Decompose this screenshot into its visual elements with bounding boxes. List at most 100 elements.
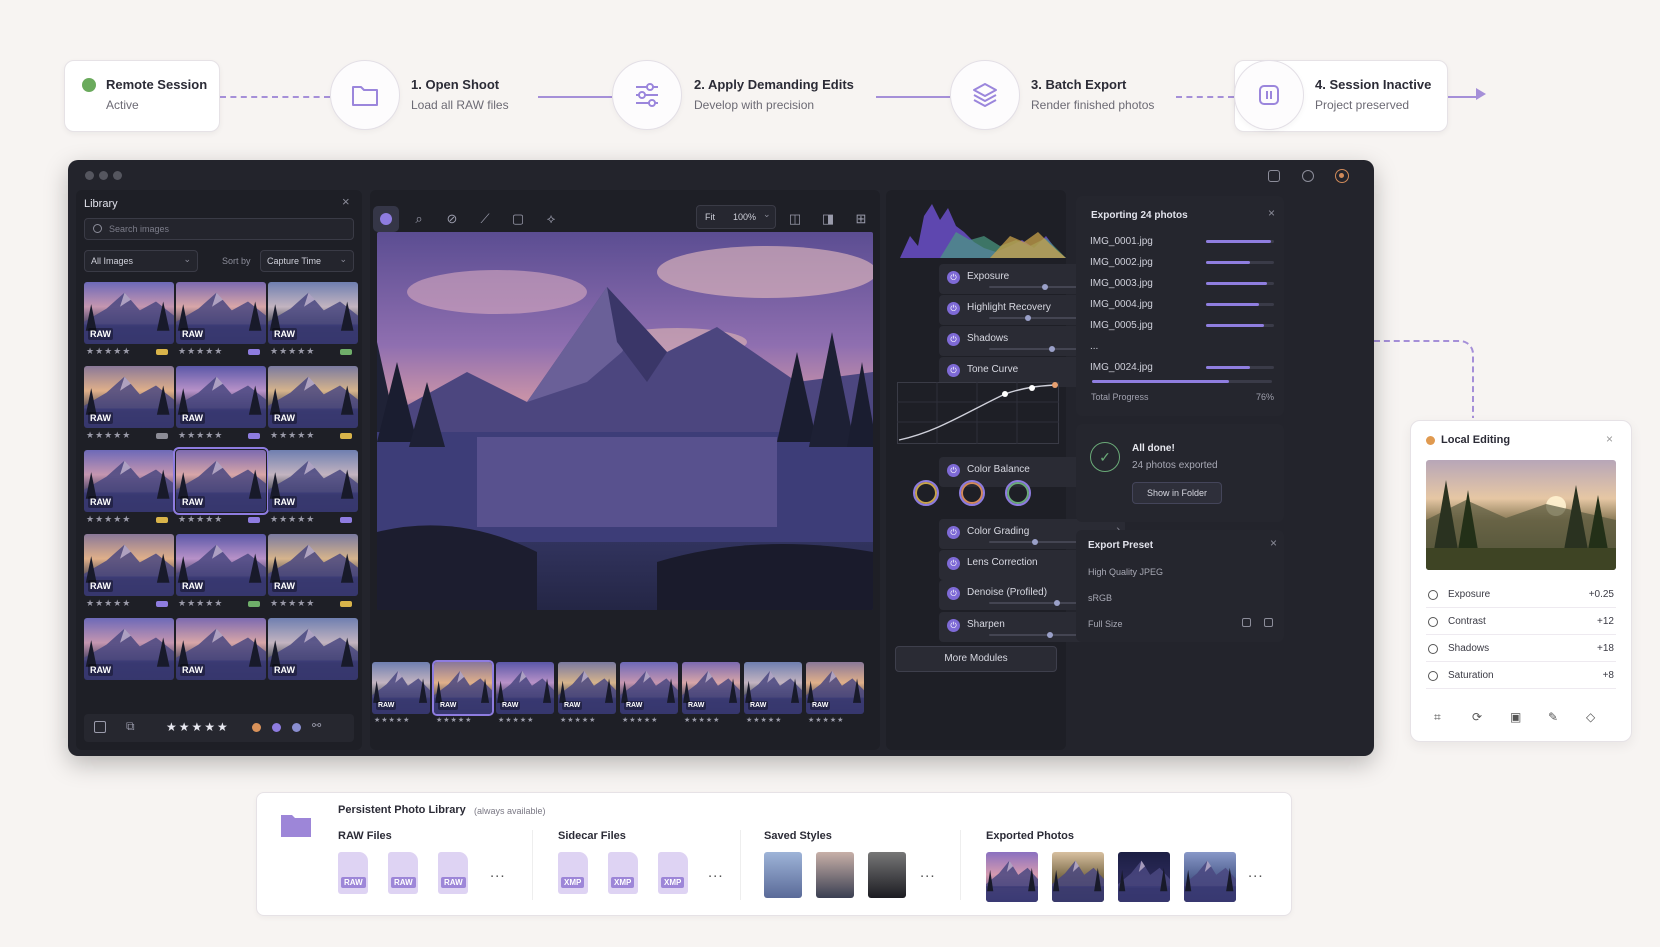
color-label[interactable] [156, 349, 168, 355]
filmstrip-thumbnail[interactable]: RAW [432, 660, 494, 716]
color-filter-blue[interactable] [292, 723, 301, 732]
color-label[interactable] [156, 433, 168, 439]
raw-file-icon[interactable]: RAW [338, 852, 368, 894]
color-filter-purple[interactable] [272, 723, 281, 732]
library-thumbnail[interactable]: RAW [84, 450, 174, 512]
library-thumbnail[interactable]: RAW [84, 366, 174, 428]
library-thumbnail[interactable]: RAW [173, 447, 269, 515]
power-icon[interactable]: ⏻ [947, 587, 960, 600]
close-icon[interactable]: × [1268, 206, 1275, 220]
rating-stars[interactable]: ★★★★★ [808, 716, 844, 724]
library-thumbnail[interactable]: RAW [176, 534, 266, 596]
rotate-icon[interactable]: ⟳ [1472, 710, 1482, 724]
more-sidecar-files[interactable]: ... [708, 864, 724, 881]
color-label[interactable] [248, 433, 260, 439]
module-slider[interactable] [989, 315, 1085, 321]
slider-knob[interactable] [1041, 284, 1048, 290]
rating-stars[interactable]: ★★★★★ [178, 514, 223, 525]
color-filter-orange[interactable] [252, 723, 261, 732]
rating-stars[interactable]: ★★★★★ [270, 430, 315, 441]
raw-file-icon[interactable]: RAW [438, 852, 468, 894]
rating-stars[interactable]: ★★★★★ [498, 716, 534, 724]
color-label[interactable] [340, 349, 352, 355]
filmstrip-thumbnail[interactable]: RAW [744, 662, 802, 714]
preset-size[interactable]: Full Size [1088, 619, 1123, 629]
saved-style-thumbnail[interactable] [764, 852, 802, 898]
saved-style-thumbnail[interactable] [868, 852, 906, 898]
module-slider[interactable] [989, 284, 1085, 290]
close-icon[interactable]: × [1270, 536, 1277, 550]
filmstrip-thumbnail[interactable]: RAW [682, 662, 740, 714]
step-3-circle[interactable] [950, 60, 1020, 130]
zoom-controls[interactable]: Fit 100% ⌄ [696, 205, 776, 229]
step-2-circle[interactable] [612, 60, 682, 130]
color-label[interactable] [248, 517, 260, 523]
window-dot[interactable] [99, 171, 108, 180]
slider-knob[interactable] [1025, 315, 1032, 321]
exported-photo-thumbnail[interactable] [1052, 852, 1104, 902]
tag-icon[interactable]: ◇ [1586, 710, 1595, 724]
filmstrip-thumbnail[interactable]: RAW [372, 662, 430, 714]
library-thumbnail[interactable]: RAW [268, 450, 358, 512]
raw-file-icon[interactable]: RAW [388, 852, 418, 894]
filmstrip-thumbnail[interactable]: RAW [558, 662, 616, 714]
power-icon[interactable]: ⏻ [947, 364, 960, 377]
show-in-folder-button[interactable]: Show in Folder [1132, 482, 1222, 504]
crop-tool-icon[interactable]: ⌕ [406, 206, 432, 232]
library-thumbnail[interactable]: RAW [268, 282, 358, 344]
slider-knob[interactable] [1032, 539, 1039, 545]
mask-icon[interactable]: ▣ [1510, 710, 1521, 724]
library-thumbnail[interactable]: RAW [268, 366, 358, 428]
library-thumbnail[interactable]: RAW [176, 366, 266, 428]
power-icon[interactable]: ⏻ [947, 464, 960, 477]
power-icon[interactable]: ⏻ [947, 333, 960, 346]
exported-photo-thumbnail[interactable] [1184, 852, 1236, 902]
more-modules-button[interactable]: More Modules [895, 646, 1057, 672]
filmstrip-thumbnail[interactable]: RAW [806, 662, 864, 714]
timer-icon[interactable] [1302, 170, 1314, 182]
rating-stars[interactable]: ★★★★★ [270, 346, 315, 357]
more-saved-styles[interactable]: ... [920, 864, 936, 881]
rating-stars[interactable]: ★★★★★ [178, 430, 223, 441]
preset-format[interactable]: High Quality JPEG [1088, 567, 1163, 577]
grid-view-icon[interactable]: ⊞ [848, 206, 874, 232]
rating-stars[interactable]: ★★★★★ [436, 716, 472, 724]
brush-tool-icon[interactable]: ⟡ [538, 206, 564, 232]
import-icon[interactable] [1268, 170, 1280, 182]
color-wheel-midtones[interactable] [959, 480, 985, 506]
split-view-icon[interactable]: ◨ [815, 206, 841, 232]
module-slider[interactable] [989, 600, 1085, 606]
rating-stars[interactable]: ★★★★★ [86, 346, 131, 357]
window-dot[interactable] [113, 171, 122, 180]
heal-tool-icon[interactable]: ⊘ [439, 206, 465, 232]
power-icon[interactable]: ⏻ [947, 526, 960, 539]
curve-tool-icon[interactable]: ⟋ [472, 206, 498, 232]
brush-icon[interactable]: ✎ [1548, 710, 1558, 724]
power-icon[interactable]: ⏻ [947, 557, 960, 570]
rating-stars[interactable]: ★★★★★ [270, 598, 315, 609]
before-after-icon[interactable]: ◫ [782, 206, 808, 232]
library-thumbnail[interactable]: RAW [176, 618, 266, 680]
library-thumbnail[interactable]: RAW [176, 282, 266, 344]
close-icon[interactable]: × [1606, 432, 1613, 446]
rating-stars[interactable]: ★★★★★ [746, 716, 782, 724]
filmstrip-thumbnail[interactable]: RAW [496, 662, 554, 714]
rating-filter[interactable]: ★★★★★ [166, 720, 230, 734]
library-thumbnail[interactable]: RAW [84, 534, 174, 596]
local-adjustment-row[interactable]: Shadows +18 [1426, 638, 1616, 662]
tone-curve-graph[interactable] [897, 382, 1059, 444]
power-icon[interactable]: ⏻ [947, 271, 960, 284]
color-label[interactable] [248, 349, 260, 355]
compare-icon[interactable]: ⧉ [126, 719, 135, 734]
saved-style-thumbnail[interactable] [816, 852, 854, 898]
rating-stars[interactable]: ★★★★★ [270, 514, 315, 525]
module-slider[interactable] [989, 632, 1085, 638]
library-thumbnail[interactable]: RAW [84, 618, 174, 680]
slider-knob[interactable] [1046, 632, 1053, 638]
local-adjustment-row[interactable]: Contrast +12 [1426, 611, 1616, 635]
color-label[interactable] [156, 601, 168, 607]
slider-knob[interactable] [1048, 346, 1055, 352]
step-1-circle[interactable] [330, 60, 400, 130]
preset-colorspace[interactable]: sRGB [1088, 593, 1112, 603]
expand-icon[interactable] [1264, 618, 1273, 627]
